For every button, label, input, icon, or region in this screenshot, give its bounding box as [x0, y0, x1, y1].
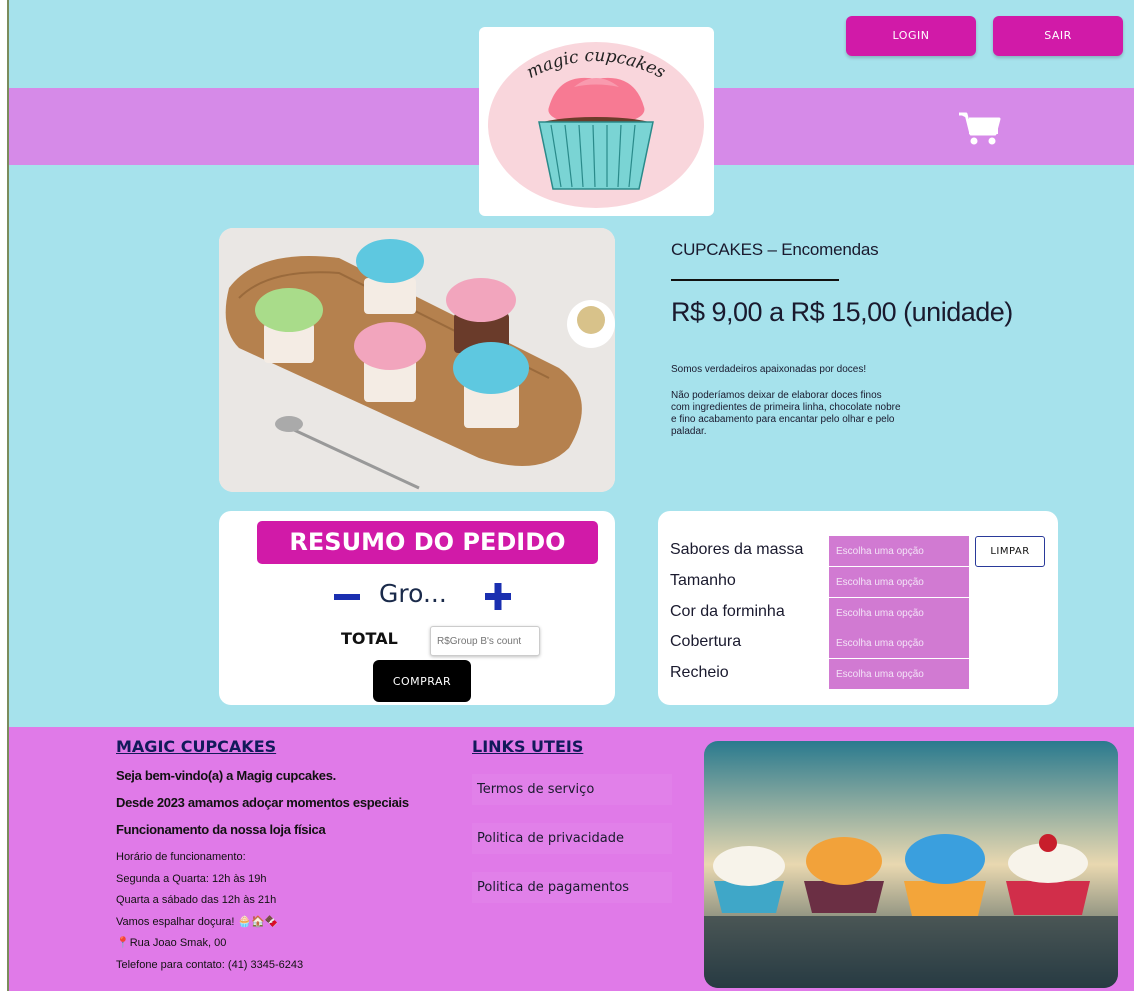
product-info: CUPCAKES – Encomendas R$ 9,00 a R$ 15,00… — [671, 240, 1071, 438]
footer-brand-title: MAGIC CUPCAKES — [116, 737, 277, 756]
description-line-2: Não poderíamos deixar de elaborar doces … — [671, 390, 901, 437]
address-line: 📍Rua Joao Smak, 00 — [116, 937, 227, 949]
order-summary-title: RESUMO DO PEDIDO — [257, 521, 598, 564]
plus-icon[interactable] — [483, 581, 513, 611]
hours-line: Quarta a sábado das 12h às 21h — [116, 894, 277, 906]
cupcakes-row-image — [704, 741, 1118, 988]
clear-button[interactable]: LIMPAR — [975, 536, 1045, 567]
option-row-size: Tamanho Escolha uma opção — [670, 567, 1050, 598]
cupcakes-board-image — [219, 228, 615, 492]
options-card: Sabores da massa Escolha uma opção LIMPA… — [658, 511, 1058, 705]
option-label: Cor da forminha — [670, 603, 785, 620]
hours-line: Vamos espalhar doçura! 🧁🏠🍫 — [116, 915, 279, 928]
cup-color-select[interactable]: Escolha uma opção — [829, 598, 969, 629]
option-label: Recheio — [670, 664, 729, 681]
logout-button[interactable]: SAIR — [993, 16, 1123, 56]
product-description: Somos verdadeiros apaixonadas por doces!… — [671, 364, 901, 438]
option-label: Tamanho — [670, 572, 736, 589]
left-border — [0, 0, 9, 991]
cart-icon[interactable] — [957, 110, 1001, 146]
order-summary-card: RESUMO DO PEDIDO Gro... TOTAL COMPRAR — [219, 511, 615, 705]
minus-icon[interactable] — [332, 581, 362, 611]
product-price: R$ 9,00 a R$ 15,00 (unidade) — [671, 297, 1013, 327]
product-category: CUPCAKES – Encomendas — [671, 240, 879, 259]
size-select[interactable]: Escolha uma opção — [829, 567, 969, 598]
flavor-select[interactable]: Escolha uma opção — [829, 536, 969, 567]
hours-line: Segunda a Quarta: 12h às 19h — [116, 872, 267, 885]
footer-hours: Horário de funcionamento: Segunda a Quar… — [116, 847, 476, 976]
divider — [671, 279, 839, 281]
option-row-filling: Recheio Escolha uma opção — [670, 659, 1050, 690]
privacy-link[interactable]: Politica de privacidade — [472, 823, 672, 854]
phone-line: Telefone para contato: (41) 3345-6243 — [116, 958, 304, 971]
option-label: Cobertura — [670, 633, 742, 650]
payments-link[interactable]: Politica de pagamentos — [472, 872, 672, 903]
option-row-topping: Cobertura Escolha uma opção — [670, 628, 1050, 659]
filling-select[interactable]: Escolha uma opção — [829, 659, 969, 690]
total-input[interactable] — [430, 626, 540, 656]
logo[interactable]: magic cupcakes — [479, 27, 714, 216]
logo-image: magic cupcakes — [488, 42, 704, 208]
footer: MAGIC CUPCAKES Seja bem-vindo(a) a Magig… — [9, 727, 1134, 991]
footer-since: Desde 2023 amamos adoçar momentos especi… — [116, 795, 409, 810]
option-label: Sabores da massa — [670, 541, 804, 558]
footer-store-title: Funcionamento da nossa loja física — [116, 822, 326, 837]
quantity-value: Gro... — [379, 579, 447, 608]
option-row-cup-color: Cor da forminha Escolha uma opção — [670, 598, 1050, 629]
buy-button[interactable]: COMPRAR — [373, 660, 471, 702]
footer-welcome: Seja bem-vindo(a) a Magig cupcakes. — [116, 768, 336, 783]
footer-links-title: LINKS UTEIS — [472, 737, 584, 756]
terms-link[interactable]: Termos de serviço — [472, 774, 672, 805]
description-line-1: Somos verdadeiros apaixonadas por doces! — [671, 364, 867, 375]
total-label: TOTAL — [341, 629, 398, 648]
login-button[interactable]: LOGIN — [846, 16, 976, 56]
hours-line: Horário de funcionamento: — [116, 851, 246, 863]
topping-select[interactable]: Escolha uma opção — [829, 628, 969, 659]
footer-about: MAGIC CUPCAKES Seja bem-vindo(a) a Magig… — [116, 737, 476, 976]
footer-links: LINKS UTEIS Termos de serviço Politica d… — [472, 737, 672, 903]
